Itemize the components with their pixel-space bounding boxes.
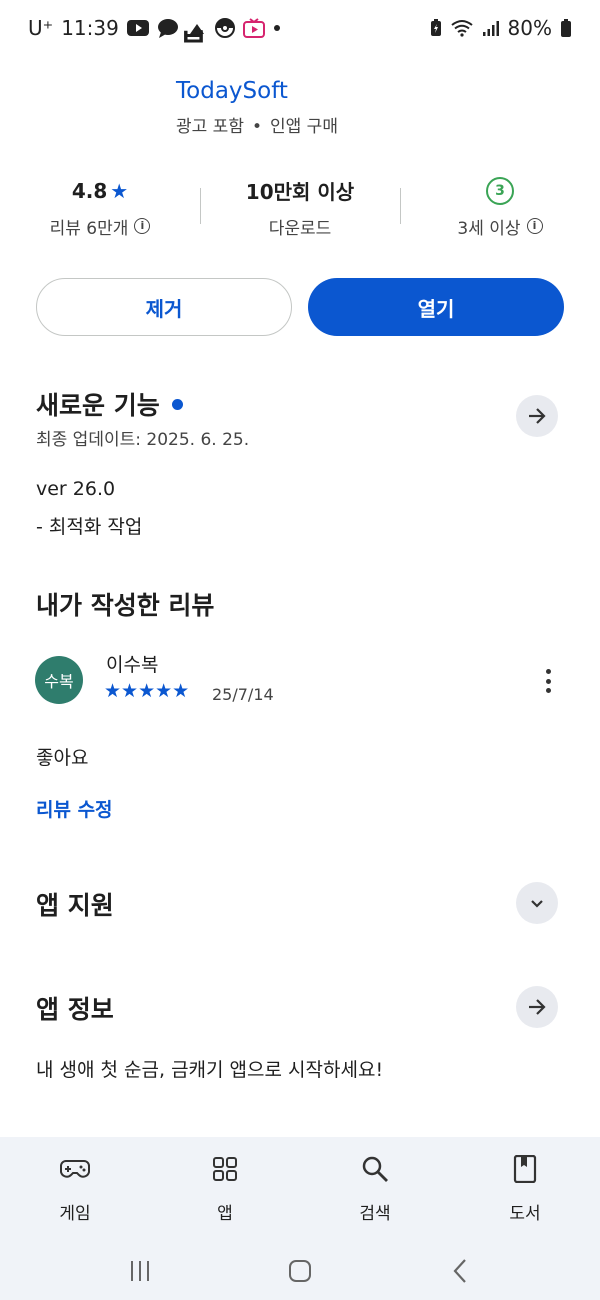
arrow-right-icon xyxy=(529,999,546,1015)
bottom-nav: 게임 앱 검색 도서 xyxy=(0,1137,600,1241)
nav-label-games: 게임 xyxy=(59,1204,91,1224)
downloads-value: 10만회 이상 xyxy=(245,180,355,204)
clock: 11:39 xyxy=(61,16,119,40)
chat-bubble-icon xyxy=(157,18,179,38)
nav-label-books: 도서 xyxy=(509,1204,541,1224)
meta-separator: • xyxy=(251,117,262,137)
stats-row: 4.8 ★ 리뷰 6만개 i 10만회 이상 다운로드 3 3세 이상 i xyxy=(0,172,600,242)
app-support-title[interactable]: 앱 지원 xyxy=(36,886,114,922)
system-nav-bar xyxy=(0,1241,600,1300)
gamepad-icon xyxy=(60,1153,90,1185)
ads-label: 광고 포함 xyxy=(176,117,244,137)
app-info-title[interactable]: 앱 정보 xyxy=(36,990,114,1026)
app-info-heading: 앱 정보 xyxy=(36,995,114,1024)
battery-icon xyxy=(560,18,572,38)
search-icon xyxy=(361,1153,389,1185)
chevron-down-icon xyxy=(531,900,543,908)
my-review-title: 내가 작성한 리뷰 xyxy=(36,586,214,622)
rating-value: 4.8 xyxy=(71,178,108,203)
review-text: 좋아요 xyxy=(36,747,89,769)
rating-stat[interactable]: 4.8 ★ 리뷰 6만개 i xyxy=(0,176,200,239)
uninstall-button[interactable]: 제거 xyxy=(36,278,292,336)
arrow-right-icon xyxy=(529,408,546,424)
edit-review-link[interactable]: 리뷰 수정 xyxy=(36,795,113,822)
book-icon xyxy=(513,1153,537,1185)
new-indicator-dot xyxy=(171,398,183,410)
back-button[interactable] xyxy=(430,1251,490,1291)
age-rating-stat[interactable]: 3 3세 이상 i xyxy=(400,176,600,239)
downloads-label: 다운로드 xyxy=(268,218,332,239)
battery-percent: 80% xyxy=(507,16,552,40)
youtube-icon xyxy=(126,20,149,36)
nav-item-books[interactable]: 도서 xyxy=(450,1137,600,1241)
open-button[interactable]: 열기 xyxy=(308,278,564,336)
app-support-heading: 앱 지원 xyxy=(36,891,114,920)
home-button[interactable] xyxy=(270,1251,330,1291)
app-info-arrow-button[interactable] xyxy=(516,986,558,1028)
app-meta: 광고 포함 • 인앱 구매 xyxy=(176,112,338,137)
reviewer-name: 이수복 xyxy=(106,654,159,676)
apps-grid-icon xyxy=(212,1153,238,1185)
downloads-stat: 10만회 이상 다운로드 xyxy=(200,176,400,239)
recents-icon xyxy=(131,1260,149,1281)
nav-item-apps[interactable]: 앱 xyxy=(150,1137,300,1241)
whats-new-arrow-button[interactable] xyxy=(516,395,558,437)
app-title: 앱 xyxy=(178,30,206,48)
star-icon: ★ xyxy=(110,178,129,203)
tv-icon xyxy=(242,18,265,38)
recent-apps-button[interactable] xyxy=(110,1251,170,1291)
version-text: ver 26.0 xyxy=(36,478,116,500)
app-description: 내 생애 첫 순금, 금캐기 앱으로 시작하세요! xyxy=(36,1059,384,1081)
avatar: 수복 xyxy=(35,656,83,704)
back-icon xyxy=(453,1258,466,1283)
status-bar: U⁺ 11:39 80% xyxy=(0,0,600,56)
age-badge: 3 xyxy=(486,176,514,205)
status-left: U⁺ 11:39 xyxy=(28,16,281,40)
more-options-icon[interactable] xyxy=(536,665,560,697)
iap-label: 인앱 구매 xyxy=(270,117,338,137)
nav-item-games[interactable]: 게임 xyxy=(0,1137,150,1241)
review-stars: ★★★★★ xyxy=(104,680,190,702)
release-note: - 최적화 작업 xyxy=(36,516,143,538)
review-date: 25/7/14 xyxy=(212,685,274,704)
last-updated: 최종 업데이트: 2025. 6. 25. xyxy=(36,430,250,450)
carrier-label: U⁺ xyxy=(28,16,54,40)
pokeball-icon xyxy=(214,18,235,38)
nav-item-search[interactable]: 검색 xyxy=(300,1137,450,1241)
battery-saver-icon xyxy=(430,19,442,37)
whats-new-heading: 새로운 기능 xyxy=(36,391,160,420)
age-label: 3세 이상 xyxy=(457,218,521,239)
my-review-heading: 내가 작성한 리뷰 xyxy=(36,591,215,620)
nav-label-apps: 앱 xyxy=(217,1204,233,1224)
dot-icon xyxy=(273,24,281,32)
whats-new-title[interactable]: 새로운 기능 xyxy=(36,386,183,422)
info-icon: i xyxy=(134,218,151,234)
status-right: 80% xyxy=(430,16,572,40)
nav-label-search: 검색 xyxy=(359,1204,391,1224)
wifi-icon xyxy=(450,19,474,37)
home-icon xyxy=(289,1259,311,1282)
signal-icon xyxy=(482,19,500,37)
developer-link[interactable]: TodaySoft xyxy=(176,78,288,104)
app-support-expand-button[interactable] xyxy=(516,882,558,924)
info-icon: i xyxy=(526,218,543,234)
review-count: 리뷰 6만개 xyxy=(49,218,129,239)
